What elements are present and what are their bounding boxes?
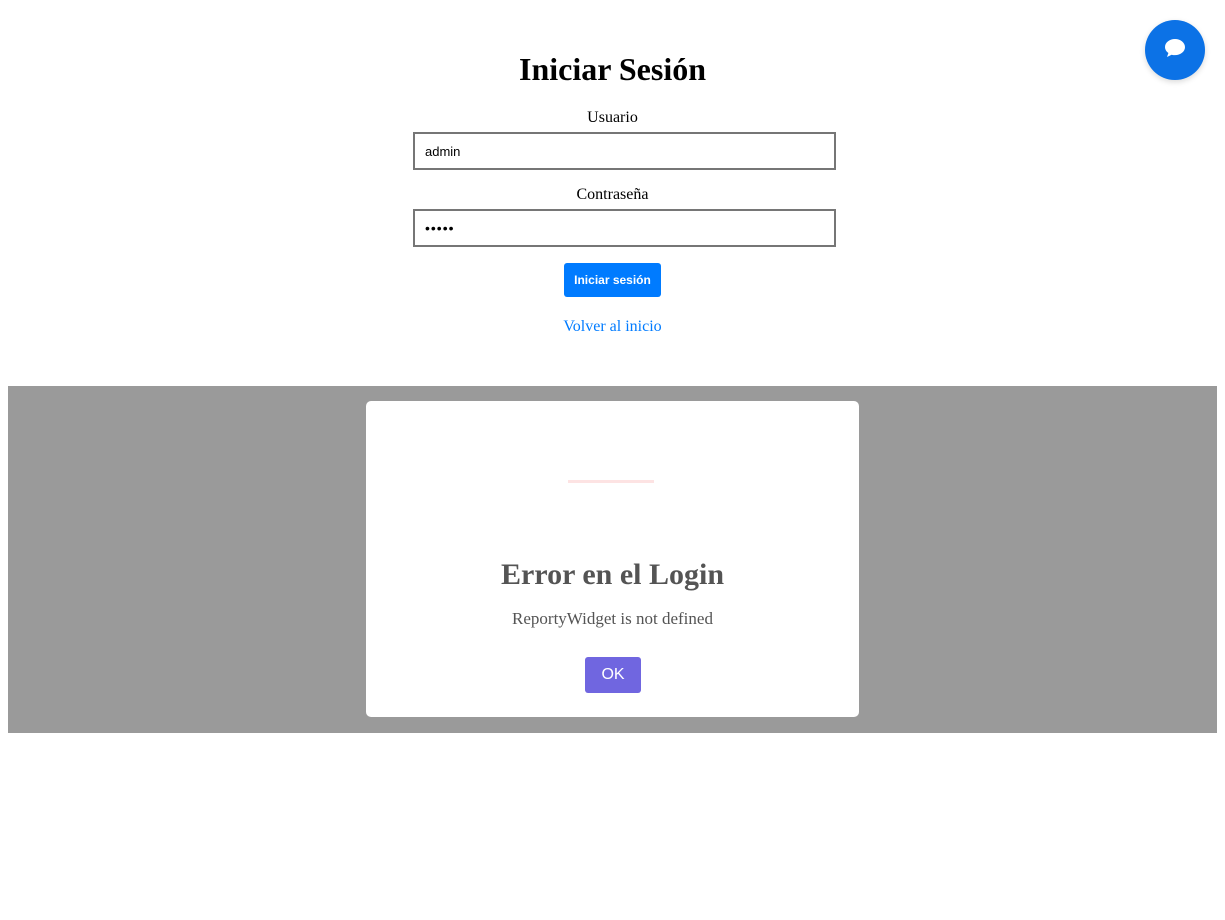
chat-button[interactable] [1145,20,1205,80]
error-dialog: Error en el Login ReportyWidget is not d… [366,401,859,717]
login-button[interactable]: Iniciar sesión [564,263,661,297]
page-title: Iniciar Sesión [519,51,706,87]
ok-button[interactable]: OK [585,657,641,693]
back-home-link[interactable]: Volver al inicio [0,317,1225,337]
username-label: Usuario [587,109,638,126]
password-input[interactable] [413,209,836,247]
username-input[interactable] [413,132,836,170]
password-label: Contraseña [576,186,649,203]
dialog-title: Error en el Login [500,558,725,591]
chat-bubble-icon [1165,39,1185,57]
login-page: Iniciar Sesión Usuario Contraseña Inicia… [0,0,1225,920]
error-icon [568,480,654,483]
modal-overlay: Error en el Login ReportyWidget is not d… [8,386,1217,733]
dialog-message: ReportyWidget is not defined [512,609,713,628]
